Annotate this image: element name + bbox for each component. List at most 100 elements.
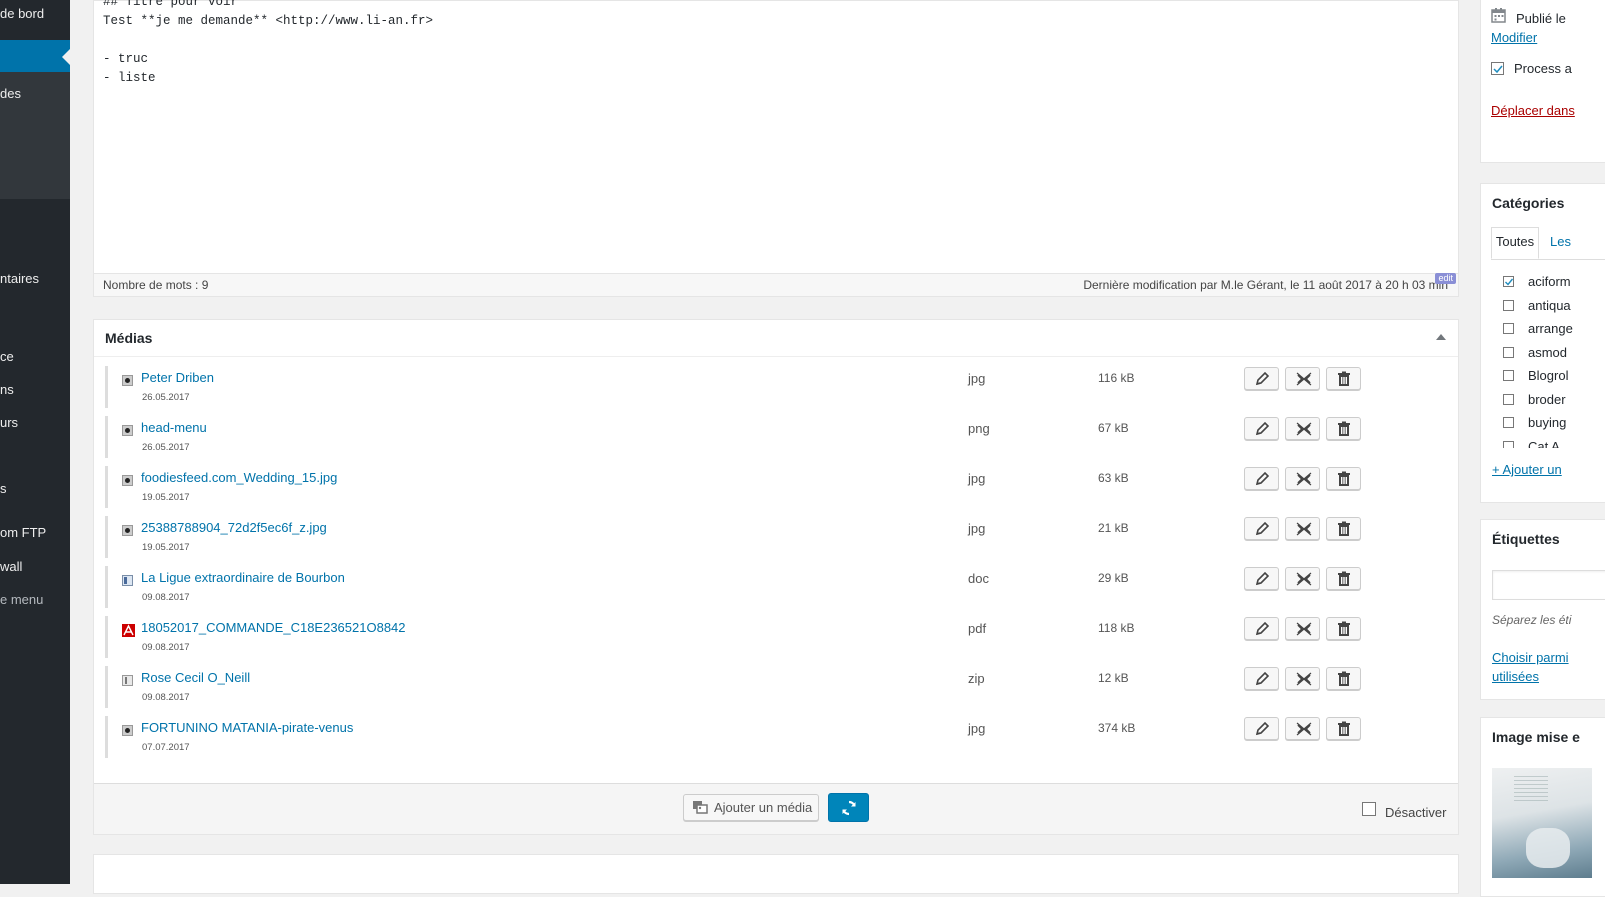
menu-label: ns [0,382,14,397]
tab-most-used[interactable]: Les [1550,234,1571,249]
media-date: 09.08.2017 [142,592,190,603]
category-checkbox[interactable] [1503,299,1514,311]
detach-media-button[interactable] [1285,667,1320,690]
edit-media-button[interactable] [1244,417,1279,440]
menu-item-comments[interactable]: ntaires [0,268,39,290]
edit-media-button[interactable] [1244,667,1279,690]
choose-tags-link[interactable]: Choisir parmi [1492,650,1569,665]
edit-media-button[interactable] [1244,617,1279,640]
media-size: 12 kB [1098,671,1129,685]
category-checkbox[interactable] [1503,276,1514,287]
menu-item-posts-current[interactable] [0,40,70,74]
media-size: 21 kB [1098,521,1129,535]
delete-media-button[interactable] [1326,367,1361,390]
categories-tabs: Toutes Les [1491,227,1605,260]
media-type: jpg [968,521,986,536]
editor-content[interactable]: ## Titre pour voir Test **je me demande*… [103,0,433,88]
media-row: Peter Driben 26.05.2017 jpg 116 kB [105,366,1448,408]
detach-media-button[interactable] [1285,567,1320,590]
move-to-trash-link[interactable]: Déplacer dans [1491,103,1575,118]
edit-media-button[interactable] [1244,367,1279,390]
menu-item-tools[interactable]: s [0,478,7,500]
category-checkbox[interactable] [1503,346,1514,358]
pdf-file-icon [122,624,135,637]
category-checkbox[interactable] [1503,323,1514,334]
image-file-icon [122,475,133,486]
menu-item-dashboard[interactable]: de bord [0,3,44,25]
media-name-link[interactable]: La Ligue extraordinaire de Bourbon [141,570,345,585]
edit-media-button[interactable] [1244,467,1279,490]
menu-item-wall[interactable]: wall [0,556,22,578]
media-name-link[interactable]: 25388788904_72d2f5ec6f_z.jpg [141,520,327,535]
media-name-link[interactable]: head-menu [141,420,207,435]
deactivate-checkbox[interactable] [1362,802,1376,816]
menu-item-pages[interactable]: des [0,83,21,105]
tab-all-categories[interactable]: Toutes [1491,227,1539,259]
media-box: Médias Peter Driben 26.05.2017 jpg 116 kB he… [93,319,1459,835]
media-size: 67 kB [1098,421,1129,435]
edit-media-button[interactable] [1244,517,1279,540]
delete-media-button[interactable] [1326,467,1361,490]
media-type: doc [968,571,989,586]
media-box-title: Médias [105,330,153,346]
media-box-header[interactable]: Médias [94,320,1458,357]
detach-media-button[interactable] [1285,367,1320,390]
tags-help-text: Séparez les éti [1492,613,1572,627]
media-row: foodiesfeed.com_Wedding_15.jpg 19.05.2017… [105,466,1448,508]
add-media-button[interactable]: Ajouter un média [683,794,819,821]
media-name-link[interactable]: Rose Cecil O_Neill [141,670,250,685]
category-checkbox[interactable] [1503,370,1514,381]
media-date: 09.08.2017 [142,642,190,653]
featured-image-thumbnail[interactable] [1492,768,1592,878]
category-checkbox[interactable] [1503,417,1514,428]
media-size: 116 kB [1098,371,1135,385]
document-file-icon [122,575,133,586]
deactivate-label: Désactiver [1385,805,1447,820]
media-type: png [968,421,990,436]
word-count: Nombre de mots : 9 [103,278,209,292]
category-label: Cat A [1528,438,1560,449]
menu-label: wall [0,559,23,574]
media-name-link[interactable]: Peter Driben [141,370,214,385]
tag-input[interactable] [1492,570,1605,600]
media-name-link[interactable]: foodiesfeed.com_Wedding_15.jpg [141,470,337,485]
edit-media-button[interactable] [1244,567,1279,590]
choose-tags-link-line2[interactable]: utilisées [1492,669,1539,684]
category-checkbox[interactable] [1503,393,1514,405]
delete-media-button[interactable] [1326,417,1361,440]
media-size: 63 kB [1098,471,1129,485]
featured-image-title: Image mise e [1492,729,1580,745]
checkmark-icon [1493,65,1503,74]
delete-media-button[interactable] [1326,617,1361,640]
category-checkbox[interactable] [1503,440,1514,448]
detach-media-button[interactable] [1285,517,1320,540]
delete-media-button[interactable] [1326,517,1361,540]
edit-badge[interactable]: edit [1435,273,1456,284]
delete-media-button[interactable] [1326,567,1361,590]
menu-item-plugins[interactable]: ns [0,379,14,401]
detach-media-button[interactable] [1285,617,1320,640]
detach-media-button[interactable] [1285,417,1320,440]
media-date: 26.05.2017 [142,442,190,453]
collapse-arrow-icon[interactable] [1436,334,1446,340]
refresh-button[interactable] [828,793,869,822]
process-checkbox[interactable] [1491,62,1504,75]
detach-media-button[interactable] [1285,717,1320,740]
modify-date-link[interactable]: Modifier [1491,30,1537,45]
featured-image-box: Image mise e [1480,717,1605,897]
edit-media-button[interactable] [1244,717,1279,740]
image-file-icon [122,725,133,736]
process-label: Process a [1514,61,1572,76]
media-name-link[interactable]: FORTUNINO MATANIA-pirate-venus [141,720,353,735]
detach-media-button[interactable] [1285,467,1320,490]
media-name-link[interactable]: 18052017_COMMANDE_C18E236521O8842 [141,620,406,635]
delete-media-button[interactable] [1326,717,1361,740]
menu-item-collapse[interactable]: e menu [0,589,43,611]
category-label: antiqua [1528,297,1571,313]
menu-item-appearance[interactable]: ce [0,346,14,368]
delete-media-button[interactable] [1326,667,1361,690]
menu-item-users[interactable]: urs [0,412,18,434]
menu-item-ftp[interactable]: om FTP [0,522,46,544]
add-category-link[interactable]: + Ajouter un [1492,462,1562,477]
menu-label: urs [0,415,19,430]
